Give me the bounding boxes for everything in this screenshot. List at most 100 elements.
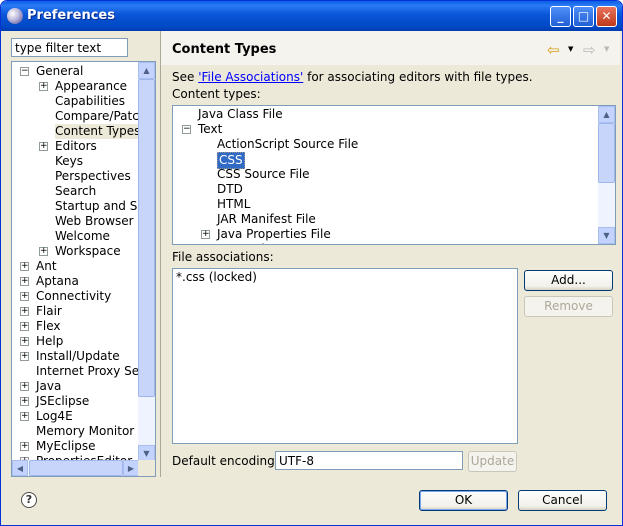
tree-item[interactable]: + Help <box>12 334 139 349</box>
ct-scroll-down-arrow-icon[interactable]: ▼ <box>598 227 615 244</box>
forward-arrow-icon[interactable]: ⇨ <box>583 41 596 59</box>
close-button[interactable]: ✕ <box>596 6 617 27</box>
add-button[interactable]: Add... <box>524 270 613 291</box>
default-encoding-input[interactable] <box>275 451 463 470</box>
expand-icon[interactable]: + <box>39 82 48 91</box>
tree-item-label: Workspace <box>55 244 121 258</box>
expand-icon[interactable]: + <box>20 337 29 346</box>
tree-item[interactable]: + Editors <box>12 139 139 154</box>
tree-item[interactable]: Compare/Patc <box>12 109 139 124</box>
tree-item-label: Capabilities <box>55 94 125 108</box>
tree-item[interactable]: Welcome <box>12 229 139 244</box>
list-item[interactable]: *.css (locked) <box>176 270 257 284</box>
minimize-button[interactable]: _ <box>550 6 571 27</box>
tree-item[interactable]: + Appearance <box>12 79 139 94</box>
content-types-rows: Java Class File − Text ActionScript Source … <box>173 106 598 244</box>
expand-icon[interactable]: + <box>39 247 48 256</box>
back-arrow-icon[interactable]: ⇦ <box>547 41 560 59</box>
expand-icon[interactable]: + <box>20 277 29 286</box>
expand-icon[interactable]: + <box>20 397 29 406</box>
tree-item[interactable]: + Workspace <box>12 244 139 259</box>
expand-icon[interactable]: + <box>20 442 29 451</box>
tree-item[interactable]: − General <box>12 64 139 79</box>
tree-item-label: Compare/Patc <box>55 109 139 123</box>
collapse-icon[interactable]: − <box>182 125 191 134</box>
tree-horizontal-scrollbar[interactable]: ◀ ▶ <box>12 460 139 476</box>
file-associations-link[interactable]: 'File Associations' <box>198 70 303 84</box>
back-dropdown-icon[interactable]: ▼ <box>568 45 573 53</box>
ok-button[interactable]: OK <box>419 490 508 511</box>
tree-item[interactable]: + JSEclipse <box>12 394 139 409</box>
tree-item[interactable]: Memory Monitor <box>12 424 139 439</box>
scroll-up-arrow-icon[interactable]: ▲ <box>138 62 155 79</box>
tree-item[interactable]: Startup and Sh <box>12 199 139 214</box>
forward-dropdown-icon[interactable]: ▼ <box>604 45 609 53</box>
expand-icon[interactable]: + <box>20 412 29 421</box>
tree-item[interactable]: Keys <box>12 154 139 169</box>
content-type-label: DTD <box>217 182 243 196</box>
expand-icon[interactable]: + <box>20 262 29 271</box>
content-type-label: JavaScript <box>217 242 277 244</box>
content-type-label: JAR Manifest File <box>217 212 316 226</box>
tree-item[interactable]: + Ant <box>12 259 139 274</box>
expand-icon[interactable]: + <box>20 382 29 391</box>
scroll-left-arrow-icon[interactable]: ◀ <box>12 460 28 476</box>
tree-item[interactable]: + Connectivity <box>12 289 139 304</box>
tree-item[interactable]: Search <box>12 184 139 199</box>
remove-button[interactable]: Remove <box>524 296 613 317</box>
tree-item-label: Welcome <box>55 229 110 243</box>
tree-item[interactable]: + Java <box>12 379 139 394</box>
update-button[interactable]: Update <box>468 451 517 472</box>
tree-item[interactable]: + Flex <box>12 319 139 334</box>
tree-item[interactable]: + Log4E <box>12 409 139 424</box>
scroll-right-arrow-icon[interactable]: ▶ <box>123 460 139 476</box>
tree-item[interactable]: + Install/Update <box>12 349 139 364</box>
expand-icon[interactable]: + <box>20 292 29 301</box>
expand-icon[interactable]: + <box>20 307 29 316</box>
content-types-label: Content types: <box>172 87 261 101</box>
tree-item-label: Flex <box>36 319 61 333</box>
content-types-scrollbar[interactable]: ▲ ▼ <box>598 106 615 244</box>
tree-item-label: Content Types <box>55 124 139 139</box>
tree-vertical-scrollbar[interactable]: ▲ ▼ <box>138 62 155 462</box>
title-bar[interactable]: Preferences _ □ ✕ <box>1 1 622 31</box>
eclipse-icon <box>7 8 23 24</box>
file-associations-hint: See 'File Associations' for associating … <box>172 70 533 84</box>
tree-item[interactable]: + Aptana <box>12 274 139 289</box>
tree-item-label: Startup and Sh <box>55 199 139 213</box>
preferences-window: Preferences _ □ ✕ −General+AppearanceCap… <box>0 0 623 526</box>
cancel-button[interactable]: Cancel <box>518 490 607 511</box>
expand-icon[interactable]: + <box>20 352 29 361</box>
scroll-thumb[interactable] <box>138 79 155 397</box>
tree-item[interactable]: Capabilities <box>12 94 139 109</box>
content-type-label: ActionScript Source File <box>217 137 359 151</box>
default-encoding-label: Default encoding: <box>172 454 279 468</box>
tree-item[interactable]: Internet Proxy Sett <box>12 364 139 379</box>
tree-item[interactable]: + Flair <box>12 304 139 319</box>
tree-item[interactable]: + MyEclipse <box>12 439 139 454</box>
file-associations-label: File associations: <box>172 250 274 264</box>
ct-scroll-thumb[interactable] <box>598 123 615 183</box>
tree-item-label: Connectivity <box>36 289 112 303</box>
tree-item[interactable]: Perspectives <box>12 169 139 184</box>
tree-item[interactable]: Content Types <box>12 124 139 139</box>
expand-icon[interactable]: + <box>20 322 29 331</box>
maximize-button[interactable]: □ <box>573 6 594 27</box>
ct-scroll-up-arrow-icon[interactable]: ▲ <box>598 106 615 123</box>
content-types-tree: Java Class File − Text ActionScript Source … <box>172 105 616 245</box>
hint-suffix: for associating editors with file types. <box>303 70 533 84</box>
content-type-label: CSS Source File <box>217 167 310 181</box>
content-type-label: Text <box>198 122 223 136</box>
tree-item-label: Keys <box>55 154 84 168</box>
filter-input[interactable] <box>11 38 128 57</box>
tree-item[interactable]: Web Browser <box>12 214 139 229</box>
collapse-icon[interactable]: − <box>20 67 29 76</box>
help-icon[interactable]: ? <box>21 492 37 508</box>
expand-icon[interactable]: + <box>39 142 48 151</box>
expand-icon[interactable]: + <box>201 230 210 239</box>
page-title: Content Types <box>172 42 277 57</box>
horizontal-scroll-thumb[interactable] <box>29 460 123 476</box>
content-type-label: HTML <box>217 197 251 211</box>
tree-item-label: MyEclipse <box>36 439 96 453</box>
tree-item-label: Internet Proxy Sett <box>36 364 139 378</box>
